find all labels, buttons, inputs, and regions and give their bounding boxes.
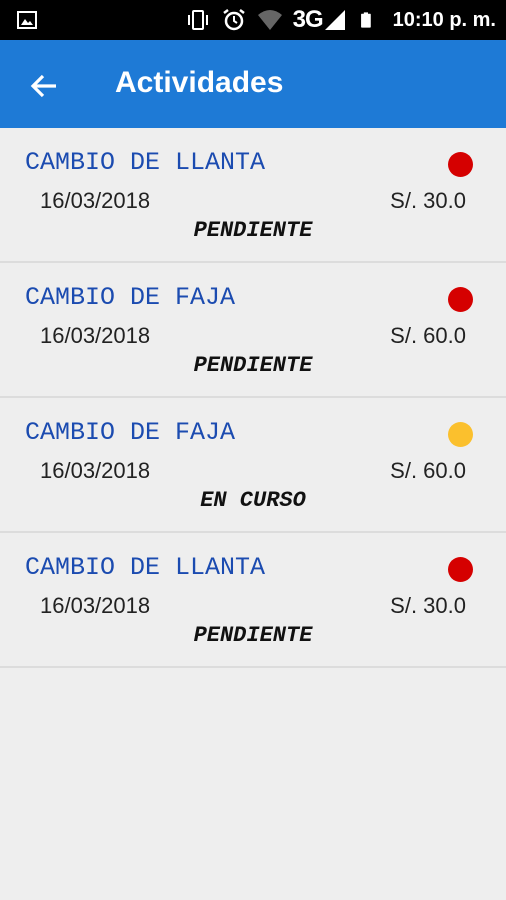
battery-icon [360, 12, 371, 28]
status-indicator-red [448, 557, 473, 582]
page-title: Actividades [115, 66, 284, 99]
status-indicator-red [448, 287, 473, 312]
network-type: 3G [292, 6, 324, 33]
list-item[interactable]: CAMBIO DE FAJA 16/03/2018 S/. 60.0 EN CU… [0, 398, 506, 533]
list-item[interactable]: CAMBIO DE LLANTA 16/03/2018 S/. 30.0 PEN… [0, 128, 506, 263]
activity-list: CAMBIO DE LLANTA 16/03/2018 S/. 30.0 PEN… [0, 128, 506, 668]
activity-title: CAMBIO DE LLANTA [25, 553, 266, 582]
status-indicator-yellow [448, 422, 473, 447]
activity-date: 16/03/2018 [40, 593, 151, 618]
activity-title: CAMBIO DE FAJA [25, 283, 236, 312]
activity-price: S/. 30.0 [390, 593, 466, 618]
list-item[interactable]: CAMBIO DE FAJA 16/03/2018 S/. 60.0 PENDI… [0, 263, 506, 398]
activity-price: S/. 60.0 [390, 323, 466, 348]
activity-status: EN CURSO [200, 488, 306, 513]
vibrate-icon [187, 10, 208, 30]
alarm-icon [222, 9, 245, 31]
image-icon [17, 11, 37, 29]
signal-icon [324, 10, 345, 30]
back-button[interactable] [22, 64, 66, 108]
status-bar: 3G 10:10 p. m. [0, 0, 506, 40]
activity-status: PENDIENTE [193, 218, 313, 243]
status-indicator-red [448, 152, 473, 177]
wifi-icon [257, 10, 282, 30]
clock: 10:10 p. m. [392, 8, 496, 31]
activity-price: S/. 30.0 [390, 188, 466, 213]
activity-status: PENDIENTE [193, 353, 313, 378]
activity-date: 16/03/2018 [40, 188, 151, 213]
activity-title: CAMBIO DE FAJA [25, 418, 236, 447]
activity-date: 16/03/2018 [40, 458, 151, 483]
app-bar: Actividades [0, 40, 506, 128]
list-item[interactable]: CAMBIO DE LLANTA 16/03/2018 S/. 30.0 PEN… [0, 533, 506, 668]
activity-price: S/. 60.0 [390, 458, 466, 483]
activity-title: CAMBIO DE LLANTA [25, 148, 266, 177]
activity-date: 16/03/2018 [40, 323, 151, 348]
activity-status: PENDIENTE [193, 623, 313, 648]
status-icons: 3G 10:10 p. m. [185, 0, 496, 40]
arrow-left-icon [30, 74, 56, 98]
